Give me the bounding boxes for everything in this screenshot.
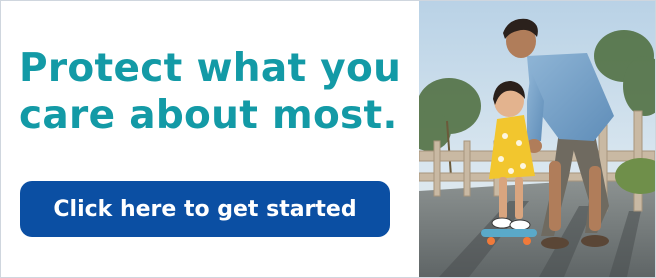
headline-line-1: Protect what you — [19, 46, 402, 91]
headline: Protect what you care about most. — [19, 45, 415, 139]
insurance-ad-banner[interactable]: Protect what you care about most. Click … — [0, 0, 656, 278]
ad-copy-panel: Protect what you care about most. Click … — [1, 1, 417, 277]
headline-line-2: care about most. — [19, 93, 398, 138]
get-started-button[interactable]: Click here to get started — [20, 181, 390, 237]
lifestyle-photo — [419, 1, 655, 277]
